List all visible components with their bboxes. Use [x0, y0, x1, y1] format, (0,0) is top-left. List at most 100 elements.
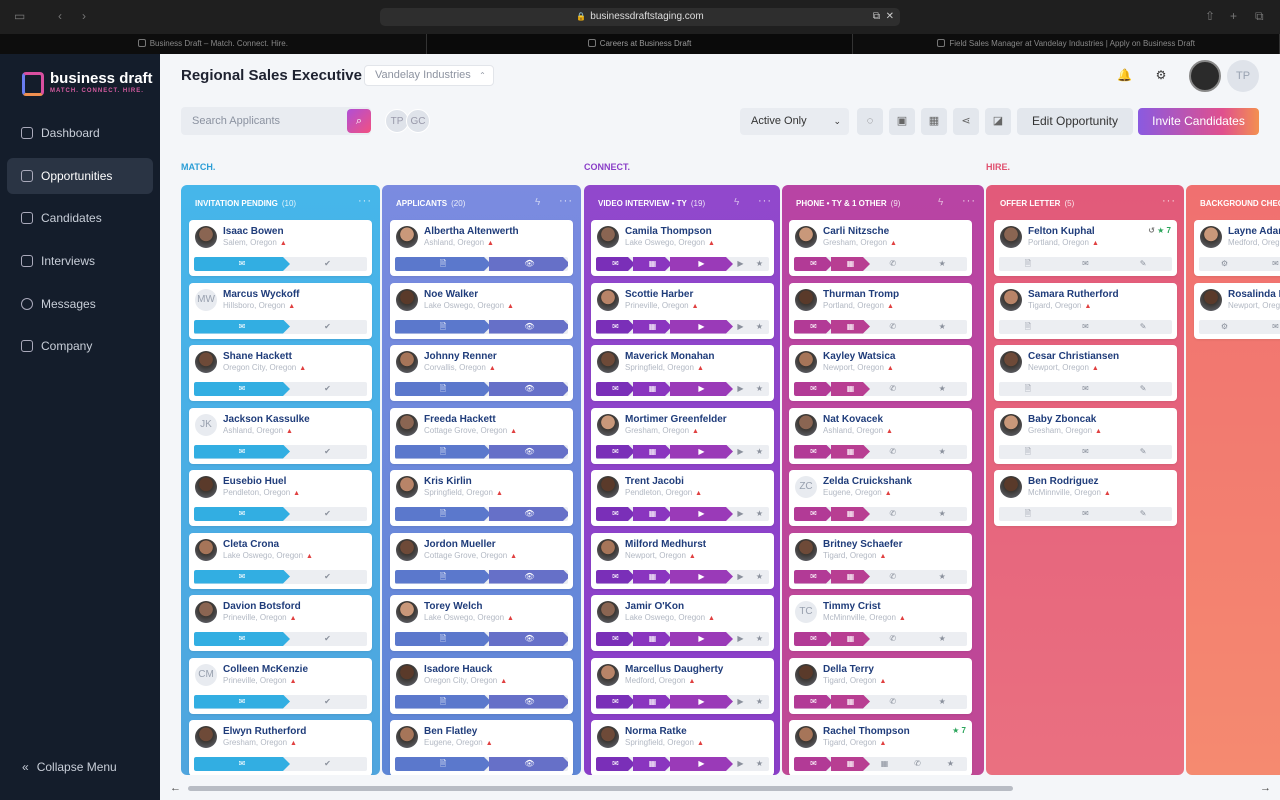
candidate-card[interactable]: Carli Nitzsche Gresham, Oregon ▲ ✉ ▦ ✆ ★: [789, 220, 972, 276]
eye-icon[interactable]: 👁: [489, 507, 568, 521]
mail-icon[interactable]: ✉: [794, 445, 833, 459]
candidate-name[interactable]: Milford Medhurst: [625, 539, 706, 550]
mail-icon[interactable]: ✉: [194, 507, 290, 521]
edit-opportunity-button[interactable]: Edit Opportunity: [1017, 108, 1133, 135]
mail-icon[interactable]: ✉: [794, 632, 833, 646]
document-icon[interactable]: 🗎: [395, 320, 491, 334]
video-icon[interactable]: ▶: [670, 632, 733, 646]
sidebar-item-candidates[interactable]: Candidates: [7, 200, 153, 236]
mail-icon[interactable]: ✉: [794, 257, 833, 271]
candidate-card[interactable]: JK Jackson Kassulke Ashland, Oregon ▲ ✉ ✔: [189, 407, 372, 464]
calendar-icon[interactable]: ▦: [633, 320, 672, 334]
video-icon[interactable]: ▶: [670, 570, 733, 584]
candidate-card[interactable]: Freeda Hackett Cottage Grove, Oregon ▲ 🗎 👁: [390, 407, 573, 464]
candidate-name[interactable]: Della Terry: [823, 664, 874, 675]
candidate-card[interactable]: Johnny Renner Corvallis, Oregon ▲ 🗎 👁: [390, 345, 573, 401]
candidate-card[interactable]: Isaac Bowen Salem, Oregon ▲ ✉ ✔: [189, 220, 372, 276]
check-icon[interactable]: ✔: [288, 257, 367, 271]
candidate-card[interactable]: Jamir O'Kon Lake Oswego, Oregon ▲ ✉ ▦ ▶ ▶ ★: [591, 595, 774, 651]
bolt-icon[interactable]: ϟ: [734, 197, 739, 208]
candidate-card[interactable]: Camila Thompson Lake Oswego, Oregon ▲ ✉ ▦ ▶ ▶ ★: [591, 220, 774, 276]
tab-overview-icon[interactable]: ⧉: [1255, 9, 1264, 24]
mail-icon[interactable]: ✉: [1250, 257, 1280, 271]
bolt-icon[interactable]: ϟ: [535, 197, 540, 208]
candidate-name[interactable]: Camila Thompson: [625, 226, 712, 237]
star-icon[interactable]: ★: [918, 570, 968, 584]
candidate-name[interactable]: Freeda Hackett: [424, 414, 496, 425]
mail-icon[interactable]: ✉: [794, 757, 833, 771]
candidate-card[interactable]: ZC Zelda Cruickshank Eugene, Oregon ▲ ✉ ▦ ✆ ★: [789, 470, 972, 526]
calendar-icon[interactable]: ▦: [633, 507, 672, 521]
video-icon[interactable]: ▶: [731, 570, 750, 584]
candidate-card[interactable]: Nat Kovacek Ashland, Oregon ▲ ✉ ▦ ✆ ★: [789, 407, 972, 464]
mail-icon[interactable]: ✉: [194, 445, 290, 459]
check-icon[interactable]: ✔: [288, 632, 367, 646]
company-avatar[interactable]: [1189, 60, 1221, 92]
mail-icon[interactable]: ✉: [194, 632, 290, 646]
team-avatar[interactable]: GC: [406, 109, 430, 133]
candidate-name[interactable]: Colleen McKenzie: [223, 664, 308, 675]
candidate-name[interactable]: Kayley Watsica: [823, 351, 895, 362]
reader-icon[interactable]: ⧉: [873, 8, 880, 26]
star-icon[interactable]: ★: [918, 382, 968, 396]
video-icon[interactable]: ▶: [731, 507, 750, 521]
candidate-name[interactable]: Albertha Altenwerth: [424, 226, 519, 237]
phone-icon[interactable]: ✆: [868, 632, 918, 646]
star-icon[interactable]: ★: [918, 695, 968, 709]
invite-candidates-button[interactable]: Invite Candidates: [1138, 108, 1259, 135]
candidate-name[interactable]: Timmy Crist: [823, 601, 881, 612]
candidate-card[interactable]: Shane Hackett Oregon City, Oregon ▲ ✉ ✔: [189, 345, 372, 401]
document-icon[interactable]: 🗎: [395, 632, 491, 646]
bolt-icon[interactable]: ϟ: [938, 197, 943, 208]
mail-icon[interactable]: ✉: [1250, 320, 1280, 334]
new-tab-icon[interactable]: +: [1230, 9, 1237, 23]
document-icon[interactable]: 🗎: [395, 757, 491, 771]
scroll-left-icon[interactable]: ←: [170, 782, 181, 794]
candidate-card[interactable]: Ben Rodriguez McMinnville, Oregon ▲ 🗎 ✉ ✎: [994, 470, 1177, 526]
candidate-card[interactable]: Isadore Hauck Oregon City, Oregon ▲ 🗎 👁: [390, 657, 573, 714]
more-icon[interactable]: ···: [962, 195, 976, 207]
document-icon[interactable]: 🗎: [395, 570, 491, 584]
mail-icon[interactable]: ✉: [194, 320, 290, 334]
check-icon[interactable]: ✔: [288, 382, 367, 396]
sidebar-toggle-icon[interactable]: ▭: [14, 9, 25, 23]
video-icon[interactable]: ▶: [731, 257, 750, 271]
pencil-icon[interactable]: ✎: [1114, 507, 1172, 521]
check-icon[interactable]: ✔: [288, 445, 367, 459]
bell-icon[interactable]: 🔔: [1117, 68, 1132, 82]
phone-icon[interactable]: ✆: [868, 695, 918, 709]
logo[interactable]: business draft MATCH. CONNECT. HIRE.: [22, 70, 153, 100]
candidate-name[interactable]: Isaac Bowen: [223, 226, 284, 237]
mail-icon[interactable]: ✉: [794, 382, 833, 396]
candidate-name[interactable]: Johnny Renner: [424, 351, 497, 362]
calendar-icon[interactable]: ▦: [633, 695, 672, 709]
star-icon[interactable]: ★: [918, 507, 968, 521]
mail-icon[interactable]: ✉: [194, 757, 290, 771]
status-filter-select[interactable]: Active Only ⌄: [740, 108, 849, 135]
document-icon[interactable]: 🗎: [395, 695, 491, 709]
candidate-name[interactable]: Ben Flatley: [424, 726, 477, 737]
eye-icon[interactable]: 👁: [489, 320, 568, 334]
share-icon[interactable]: ⇧: [1205, 9, 1215, 23]
candidate-card[interactable]: Baby Zboncak Gresham, Oregon ▲ 🗎 ✉ ✎: [994, 407, 1177, 464]
candidate-card[interactable]: Kris Kirlin Springfield, Oregon ▲ 🗎 👁: [390, 470, 573, 526]
candidate-card[interactable]: Britney Schaefer Tigard, Oregon ▲ ✉ ▦ ✆ ★: [789, 532, 972, 589]
document-icon[interactable]: 🗎: [999, 507, 1057, 521]
video-icon[interactable]: ▶: [731, 632, 750, 646]
calendar-icon[interactable]: ▦: [831, 507, 870, 521]
candidate-name[interactable]: Mortimer Greenfelder: [625, 414, 727, 425]
mail-icon[interactable]: ✉: [194, 570, 290, 584]
mail-icon[interactable]: ✉: [794, 695, 833, 709]
video-icon[interactable]: ▶: [670, 445, 733, 459]
document-icon[interactable]: 🗎: [395, 507, 491, 521]
candidate-name[interactable]: Nat Kovacek: [823, 414, 883, 425]
candidate-card[interactable]: Torey Welch Lake Oswego, Oregon ▲ 🗎 👁: [390, 595, 573, 651]
mail-icon[interactable]: ✉: [194, 695, 290, 709]
candidate-card[interactable]: Milford Medhurst Newport, Oregon ▲ ✉ ▦ ▶ ▶ ★: [591, 532, 774, 589]
eye-icon[interactable]: 👁: [489, 445, 568, 459]
star-icon[interactable]: ★: [750, 570, 769, 584]
candidate-card[interactable]: Thurman Tromp Portland, Oregon ▲ ✉ ▦ ✆ ★: [789, 282, 972, 339]
more-icon[interactable]: ···: [1162, 195, 1176, 207]
pencil-icon[interactable]: ✎: [1114, 257, 1172, 271]
check-icon[interactable]: ✔: [288, 507, 367, 521]
